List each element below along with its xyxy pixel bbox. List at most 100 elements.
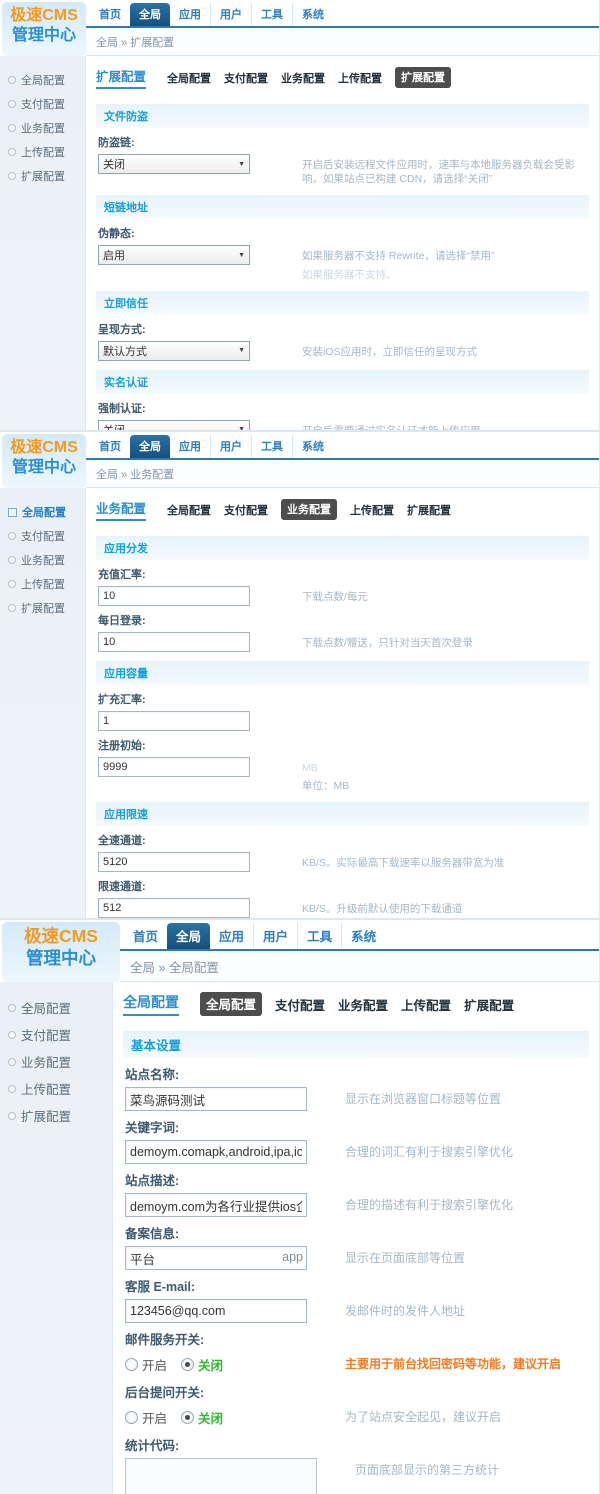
main-nav: 首页全局应用用户工具系统: [120, 920, 599, 951]
breadcrumb: 全局 » 全局配置: [120, 951, 599, 982]
topbar: 极速CMS管理中心首页全局应用用户工具系统全局 » 全局配置: [0, 920, 599, 982]
text-input[interactable]: [98, 632, 250, 652]
config-tab-4[interactable]: 上传配置: [350, 502, 394, 518]
sidebar-item-label: 支付配置: [21, 528, 65, 544]
text-input[interactable]: [125, 1193, 307, 1217]
text-input[interactable]: [125, 1299, 307, 1323]
sidebar-item-4[interactable]: 上传配置: [0, 572, 85, 596]
config-tab-5[interactable]: 扩展配置: [395, 67, 451, 88]
sidebar-item-label: 业务配置: [21, 552, 65, 568]
input-wrap: [98, 852, 250, 872]
sidebar-item-5[interactable]: 扩展配置: [0, 1102, 112, 1129]
field-row: 下载点数/每元: [98, 586, 589, 606]
field-hint: 如果服务器不支持 Rewrite，请选择“禁用”: [302, 245, 495, 263]
sidebar-item-5[interactable]: 扩展配置: [0, 596, 85, 620]
nav-item-5[interactable]: 工具: [297, 923, 341, 949]
nav-item-4[interactable]: 用户: [210, 3, 251, 26]
select-field[interactable]: 启用▼: [98, 245, 250, 265]
stats-code-textarea[interactable]: [125, 1458, 317, 1494]
sidebar-item-3[interactable]: 业务配置: [0, 116, 85, 140]
nav-item-2[interactable]: 全局: [130, 3, 170, 26]
folder-open-icon: [8, 508, 17, 517]
text-input[interactable]: [125, 1246, 307, 1270]
sidebar-item-2[interactable]: 支付配置: [0, 524, 85, 548]
input-wrap: [98, 586, 250, 606]
nav-item-3[interactable]: 应用: [210, 923, 253, 949]
radio-icon[interactable]: [125, 1358, 138, 1371]
radio-option-2[interactable]: 关闭: [181, 1408, 223, 1427]
sidebar-item-2[interactable]: 支付配置: [0, 92, 85, 116]
breadcrumb: 全局 » 扩展配置: [86, 28, 599, 56]
nav-item-3[interactable]: 应用: [170, 435, 210, 458]
select-value: 默认方式: [103, 343, 147, 359]
radio-option-1[interactable]: 开启: [125, 1355, 167, 1374]
nav-item-5[interactable]: 工具: [251, 3, 292, 26]
text-input[interactable]: [98, 757, 250, 777]
nav-item-3[interactable]: 应用: [170, 3, 210, 26]
field-hint: 主要用于前台找回密码等功能，建议开启: [345, 1352, 561, 1372]
sidebar-item-2[interactable]: 支付配置: [0, 1021, 112, 1048]
sidebar-item-4[interactable]: 上传配置: [0, 1075, 112, 1102]
text-input[interactable]: [125, 1087, 307, 1111]
sidebar-item-1[interactable]: 全局配置: [0, 68, 85, 92]
bullet-icon: [8, 1085, 16, 1093]
nav-item-1[interactable]: 首页: [90, 3, 130, 26]
sidebar-item-label: 上传配置: [21, 576, 65, 592]
config-tab-5[interactable]: 扩展配置: [464, 995, 514, 1014]
nav-item-2[interactable]: 全局: [130, 435, 170, 458]
text-input[interactable]: [98, 898, 250, 918]
select-field[interactable]: 关闭▼: [98, 154, 250, 174]
field-hint: 合理的词汇有利于搜索引擎优化: [345, 1140, 513, 1160]
nav-item-1[interactable]: 首页: [90, 435, 130, 458]
config-tab-3[interactable]: 业务配置: [281, 70, 325, 86]
nav-item-5[interactable]: 工具: [251, 435, 292, 458]
sidebar-item-3[interactable]: 业务配置: [0, 548, 85, 572]
field-row: 关闭▼开启后安装远程文件应用时，速率与本地服务器负载会受影响。如果站点已构建 C…: [98, 154, 589, 186]
field-row: 发邮件时的发件人地址: [125, 1299, 589, 1323]
config-tab-3[interactable]: 业务配置: [281, 499, 337, 520]
field-row: 开启关闭为了站点安全起见，建议开启: [125, 1405, 589, 1429]
config-tab-2[interactable]: 支付配置: [224, 70, 268, 86]
nav-item-6[interactable]: 系统: [341, 923, 385, 949]
nav-item-4[interactable]: 用户: [253, 923, 297, 949]
nav-item-6[interactable]: 系统: [292, 3, 333, 26]
select-field[interactable]: 关闭▼: [98, 420, 250, 430]
config-tab-5[interactable]: 扩展配置: [407, 502, 451, 518]
field-row: 下载点数/赠送，只针对当天首次登录: [98, 632, 589, 652]
sidebar-item-1[interactable]: 全局配置: [0, 500, 85, 524]
nav-item-1[interactable]: 首页: [124, 923, 167, 949]
config-tab-1[interactable]: 全局配置: [167, 502, 211, 518]
shot-body: 全局配置支付配置业务配置上传配置扩展配置全局配置全局配置支付配置业务配置上传配置…: [0, 982, 599, 1494]
text-input[interactable]: [98, 852, 250, 872]
text-input[interactable]: [98, 586, 250, 606]
radio-icon[interactable]: [181, 1358, 194, 1371]
radio-option-2[interactable]: 关闭: [181, 1355, 223, 1374]
config-tab-2[interactable]: 支付配置: [275, 995, 325, 1014]
input-wrap: [125, 1087, 307, 1111]
text-input[interactable]: [98, 711, 250, 731]
field-hint: 显示在页面底部等位置: [345, 1246, 465, 1266]
config-tab-3[interactable]: 业务配置: [338, 995, 388, 1014]
config-tab-1[interactable]: 全局配置: [200, 992, 262, 1016]
config-tab-2[interactable]: 支付配置: [224, 502, 268, 518]
radio-option-1[interactable]: 开启: [125, 1408, 167, 1427]
sidebar-item-3[interactable]: 业务配置: [0, 1048, 112, 1075]
radio-icon[interactable]: [181, 1411, 194, 1424]
shot-body: 全局配置支付配置业务配置上传配置扩展配置业务配置全局配置支付配置业务配置上传配置…: [0, 488, 599, 918]
field-row: MB单位：MB: [98, 757, 589, 793]
sidebar-item-4[interactable]: 上传配置: [0, 140, 85, 164]
field-label: 客服 E-mail:: [125, 1276, 589, 1295]
radio-icon[interactable]: [125, 1411, 138, 1424]
page-title: 全局配置: [123, 992, 179, 1016]
sidebar-item-label: 上传配置: [21, 144, 65, 160]
nav-item-6[interactable]: 系统: [292, 435, 333, 458]
config-tab-4[interactable]: 上传配置: [401, 995, 451, 1014]
config-tab-4[interactable]: 上传配置: [338, 70, 382, 86]
text-input[interactable]: [125, 1140, 307, 1164]
config-tab-1[interactable]: 全局配置: [167, 70, 211, 86]
nav-item-2[interactable]: 全局: [167, 923, 210, 949]
sidebar-item-1[interactable]: 全局配置: [0, 994, 112, 1021]
nav-item-4[interactable]: 用户: [210, 435, 251, 458]
sidebar-item-5[interactable]: 扩展配置: [0, 164, 85, 188]
select-field[interactable]: 默认方式▼: [98, 341, 250, 361]
